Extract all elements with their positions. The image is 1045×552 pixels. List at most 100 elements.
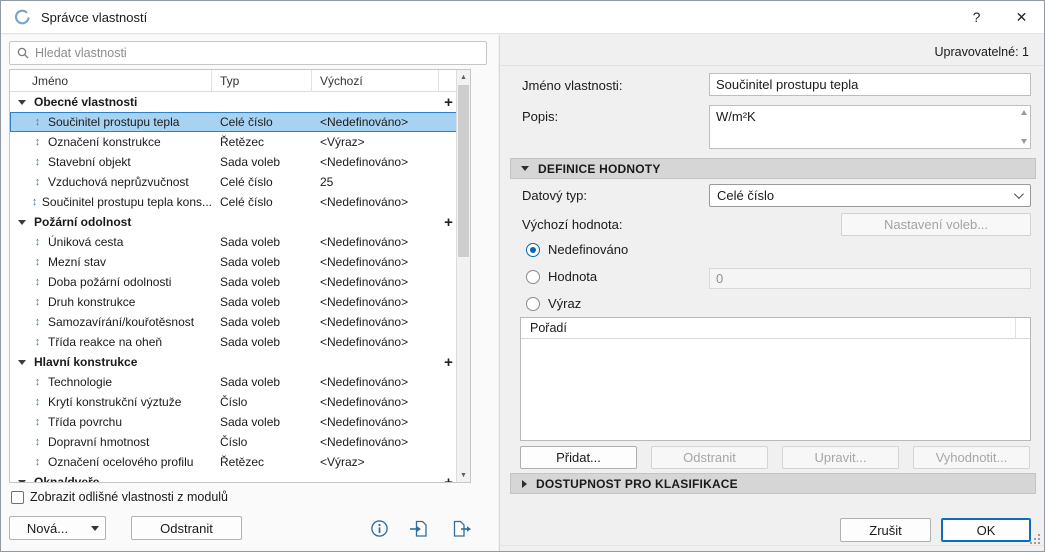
expand-arrow-icon (522, 480, 527, 488)
drag-handle-icon[interactable]: ↕ (30, 456, 45, 468)
drag-handle-icon[interactable]: ↕ (30, 196, 39, 208)
new-button[interactable]: Nová... (9, 516, 86, 540)
property-name: Stavební objekt (48, 155, 131, 169)
ok-button[interactable]: OK (941, 518, 1031, 542)
property-name-cell: ↕Součinitel prostupu tepla kons... (10, 192, 212, 212)
group-label: Okna/dveře (34, 475, 99, 482)
property-row[interactable]: ↕Krytí konstrukční výztužeČíslo<Nedefino… (10, 392, 458, 412)
drag-handle-icon[interactable]: ↕ (30, 316, 45, 328)
drag-handle-icon[interactable]: ↕ (30, 436, 45, 448)
property-default: <Nedefinováno> (312, 192, 439, 212)
resize-grip[interactable] (1030, 533, 1041, 548)
help-button[interactable]: ? (954, 1, 999, 33)
cancel-button[interactable]: Zrušit (840, 518, 931, 542)
property-group-row[interactable]: Obecné vlastnosti+ (10, 92, 458, 112)
column-header-type[interactable]: Typ (212, 70, 312, 91)
new-dropdown-button[interactable] (85, 516, 106, 540)
column-header-name[interactable]: Jméno (10, 70, 212, 91)
property-row[interactable]: ↕TechnologieSada voleb<Nedefinováno> (10, 372, 458, 392)
modules-checkbox-row: Zobrazit odlišné vlastnosti z modulů (11, 490, 228, 504)
scroll-up-arrow-icon[interactable]: ▲ (457, 70, 470, 84)
info-button[interactable] (365, 516, 393, 541)
property-row[interactable]: ↕Mezní stavSada voleb<Nedefinováno> (10, 252, 458, 272)
property-row[interactable]: ↕Doba požární odolnostiSada voleb<Nedefi… (10, 272, 458, 292)
group-expand-icon[interactable] (18, 100, 26, 105)
table-header: Jméno Typ Výchozí (10, 70, 470, 92)
drag-handle-icon[interactable]: ↕ (30, 156, 45, 168)
property-default: <Nedefinováno> (312, 252, 439, 272)
radio-row-expression[interactable]: Výraz (526, 296, 581, 311)
classification-section-header[interactable]: DOSTUPNOST PRO KLASIFIKACE (510, 473, 1036, 494)
description-input[interactable]: W/m²K (709, 105, 1031, 149)
property-row[interactable]: ↕Označení ocelového profiluŘetězec<Výraz… (10, 452, 458, 472)
drag-handle-icon[interactable]: ↕ (30, 416, 45, 428)
drag-handle-icon[interactable]: ↕ (30, 176, 45, 188)
property-name-input[interactable] (709, 73, 1031, 96)
vertical-scrollbar[interactable]: ▲ ▼ (456, 70, 470, 482)
scroll-down-arrow-icon[interactable]: ▼ (457, 468, 470, 482)
column-header-default[interactable]: Výchozí (312, 70, 439, 91)
group-name-cell: Požární odolnost (10, 212, 212, 232)
radio-value[interactable] (526, 270, 540, 284)
info-icon (370, 519, 389, 538)
radio-undefined[interactable] (526, 243, 540, 257)
drag-handle-icon[interactable]: ↕ (30, 376, 45, 388)
radio-row-value[interactable]: Hodnota (526, 269, 597, 284)
search-input[interactable] (35, 43, 486, 63)
group-expand-icon[interactable] (18, 220, 26, 225)
import-properties-button[interactable] (405, 516, 433, 541)
property-row[interactable]: ↕Stavební objektSada voleb<Nedefinováno> (10, 152, 458, 172)
group-expand-icon[interactable] (18, 360, 26, 365)
drag-handle-icon[interactable]: ↕ (30, 396, 45, 408)
group-expand-icon[interactable] (18, 480, 26, 483)
expression-list[interactable]: Pořadí (520, 317, 1031, 441)
radio-expression[interactable] (526, 297, 540, 311)
group-default-cell (312, 212, 439, 232)
search-box[interactable] (9, 41, 487, 65)
property-group-row[interactable]: Hlavní konstrukce+ (10, 352, 458, 372)
property-default: <Nedefinováno> (312, 332, 439, 352)
scroll-up-arrow-icon[interactable] (1021, 110, 1027, 115)
property-row[interactable]: ↕Dopravní hmotnostČíslo<Nedefinováno> (10, 432, 458, 452)
property-name: Třída povrchu (48, 415, 122, 429)
drag-handle-icon[interactable]: ↕ (30, 136, 45, 148)
drag-handle-icon[interactable]: ↕ (30, 116, 45, 128)
property-row[interactable]: ↕Třída povrchuSada voleb<Nedefinováno> (10, 412, 458, 432)
property-name: Technologie (48, 375, 112, 389)
property-type: Sada voleb (212, 292, 312, 312)
delete-button[interactable]: Odstranit (131, 516, 242, 540)
scroll-down-arrow-icon[interactable] (1021, 139, 1027, 144)
property-row[interactable]: ↕Úniková cestaSada voleb<Nedefinováno> (10, 232, 458, 252)
property-group-row[interactable]: Požární odolnost+ (10, 212, 458, 232)
close-button[interactable]: ✕ (999, 1, 1044, 33)
property-type: Sada voleb (212, 232, 312, 252)
property-row[interactable]: ↕Součinitel prostupu tepla kons...Celé č… (10, 192, 458, 212)
drag-handle-icon[interactable]: ↕ (30, 296, 45, 308)
property-row[interactable]: ↕Třída reakce na oheňSada voleb<Nedefino… (10, 332, 458, 352)
property-row[interactable]: ↕Vzduchová neprůzvučnostCelé číslo25 (10, 172, 458, 192)
property-row[interactable]: ↕Označení konstrukceŘetězec<Výraz> (10, 132, 458, 152)
modules-checkbox[interactable] (11, 491, 24, 504)
property-default: <Nedefinováno> (312, 392, 439, 412)
property-group-row[interactable]: Okna/dveře+ (10, 472, 458, 482)
property-row[interactable]: ↕Druh konstrukceSada voleb<Nedefinováno> (10, 292, 458, 312)
drag-handle-icon[interactable]: ↕ (30, 256, 45, 268)
scrollbar-thumb[interactable] (458, 85, 469, 257)
data-type-dropdown[interactable]: Celé číslo (709, 184, 1031, 207)
value-definition-section-header[interactable]: DEFINICE HODNOTY (510, 158, 1036, 179)
order-column-header[interactable]: Pořadí (530, 321, 567, 335)
radio-row-undefined[interactable]: Nedefinováno (526, 242, 628, 257)
property-type: Sada voleb (212, 152, 312, 172)
drag-handle-icon[interactable]: ↕ (30, 236, 45, 248)
collapse-arrow-icon (521, 166, 529, 171)
group-type-cell (212, 472, 312, 482)
property-name-cell: ↕Samozavírání/kouřotěsnost (10, 312, 212, 332)
property-row[interactable]: ↕Samozavírání/kouřotěsnostSada voleb<Ned… (10, 312, 458, 332)
drag-handle-icon[interactable]: ↕ (30, 336, 45, 348)
property-default: 25 (312, 172, 439, 192)
drag-handle-icon[interactable]: ↕ (30, 276, 45, 288)
property-row[interactable]: ↕Součinitel prostupu teplaCelé číslo<Ned… (10, 112, 458, 132)
export-properties-button[interactable] (448, 516, 476, 541)
group-default-cell (312, 472, 439, 482)
add-button[interactable]: Přidat... (520, 446, 637, 469)
